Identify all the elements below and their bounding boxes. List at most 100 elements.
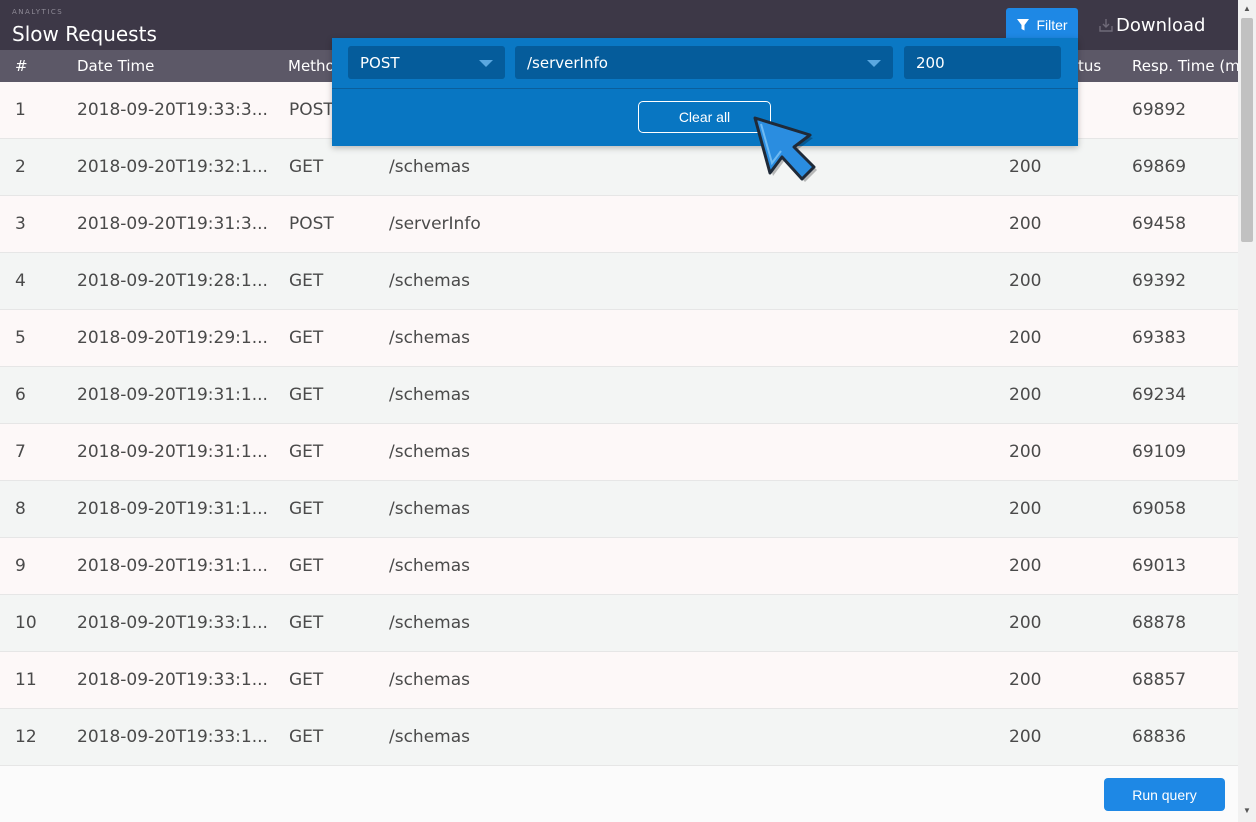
row-number: 1 — [15, 100, 26, 120]
filter-icon — [1017, 19, 1030, 31]
column-header-num[interactable]: # — [15, 50, 28, 82]
row-method: GET — [289, 271, 324, 291]
row-number: 9 — [15, 556, 26, 576]
row-path: /schemas — [389, 385, 470, 405]
table-row[interactable]: 4 2018-09-20T19:28:1... GET/schemas 200 6939… — [0, 253, 1238, 310]
path-filter-value: /serverInfo — [527, 53, 608, 72]
row-method: GET — [289, 613, 324, 633]
table-row[interactable]: 5 2018-09-20T19:29:1... GET/schemas 200 6938… — [0, 310, 1238, 367]
row-date-time: 2018-09-20T19:31:1... — [77, 442, 268, 462]
column-header-date-time[interactable]: Date Time — [77, 50, 154, 82]
row-date-time: 2018-09-20T19:33:1... — [77, 727, 268, 747]
row-resp-time: 68857 — [1132, 670, 1187, 690]
row-date-time: 2018-09-20T19:31:1... — [77, 499, 268, 519]
row-path: /serverInfo — [389, 214, 481, 234]
vertical-scrollbar[interactable]: ▲ ▼ — [1238, 0, 1256, 822]
row-date-time: 2018-09-20T19:33:1... — [77, 613, 268, 633]
filter-panel-divider — [332, 88, 1078, 89]
filter-button[interactable]: Filter — [1006, 8, 1078, 42]
row-resp-time: 69892 — [1132, 100, 1187, 120]
row-status: 200 — [1009, 157, 1042, 177]
column-header-method[interactable]: Metho — [288, 50, 335, 82]
row-resp-time: 69234 — [1132, 385, 1187, 405]
method-filter-select[interactable]: POST — [348, 46, 505, 79]
row-path: /schemas — [389, 499, 470, 519]
table-body: 1 2018-09-20T19:33:3... POST 69892 2 2018-09-… — [0, 82, 1238, 766]
table-row[interactable]: 8 2018-09-20T19:31:1... GET/schemas 200 6905… — [0, 481, 1238, 538]
path-filter-select[interactable]: /serverInfo — [515, 46, 893, 79]
status-filter-value: 200 — [916, 53, 945, 72]
row-resp-time: 68878 — [1132, 613, 1187, 633]
row-resp-time: 69013 — [1132, 556, 1187, 576]
row-resp-time: 69383 — [1132, 328, 1187, 348]
row-date-time: 2018-09-20T19:33:1... — [77, 670, 268, 690]
scroll-up-arrow-icon[interactable]: ▲ — [1243, 4, 1251, 13]
row-resp-time: 68836 — [1132, 727, 1187, 747]
row-path: /schemas — [389, 328, 470, 348]
filter-panel: POST /serverInfo 200 Clear all — [332, 38, 1078, 146]
column-header-resp-time[interactable]: Resp. Time (ms — [1132, 50, 1238, 82]
chevron-down-icon — [479, 60, 493, 67]
method-filter-value: POST — [360, 53, 400, 72]
row-method: GET — [289, 670, 324, 690]
row-number: 5 — [15, 328, 26, 348]
row-method: POST — [289, 100, 334, 120]
row-resp-time: 69058 — [1132, 499, 1187, 519]
row-status: 200 — [1009, 613, 1042, 633]
row-status: 200 — [1009, 499, 1042, 519]
filter-button-label: Filter — [1036, 17, 1068, 33]
row-resp-time: 69109 — [1132, 442, 1187, 462]
row-path: /schemas — [389, 442, 470, 462]
row-date-time: 2018-09-20T19:32:1... — [77, 157, 268, 177]
row-status: 200 — [1009, 727, 1042, 747]
row-path: /schemas — [389, 670, 470, 690]
row-resp-time: 69392 — [1132, 271, 1187, 291]
row-resp-time: 69869 — [1132, 157, 1187, 177]
column-header-status[interactable]: tus — [1078, 50, 1101, 82]
run-query-button[interactable]: Run query — [1104, 778, 1225, 811]
footer — [0, 768, 1238, 822]
download-label: Download — [1116, 14, 1206, 36]
row-method: GET — [289, 328, 324, 348]
table-row[interactable]: 3 2018-09-20T19:31:3... POST/serverInfo 200… — [0, 196, 1238, 253]
row-path: /schemas — [389, 556, 470, 576]
status-filter-input[interactable]: 200 — [904, 46, 1061, 79]
table-row[interactable]: 10 2018-09-20T19:33:1... GET/schemas 200 688… — [0, 595, 1238, 652]
row-status: 200 — [1009, 670, 1042, 690]
row-method: GET — [289, 157, 324, 177]
row-date-time: 2018-09-20T19:29:1... — [77, 328, 268, 348]
row-status: 200 — [1009, 328, 1042, 348]
row-method: GET — [289, 556, 324, 576]
row-date-time: 2018-09-20T19:31:1... — [77, 385, 268, 405]
row-number: 12 — [15, 727, 37, 747]
row-number: 4 — [15, 271, 26, 291]
section-label: ANALYTICS — [12, 8, 64, 16]
row-path: /schemas — [389, 613, 470, 633]
row-number: 7 — [15, 442, 26, 462]
row-method: GET — [289, 727, 324, 747]
row-date-time: 2018-09-20T19:31:1... — [77, 556, 268, 576]
row-status: 200 — [1009, 214, 1042, 234]
table-row[interactable]: 7 2018-09-20T19:31:1... GET/schemas 200 6910… — [0, 424, 1238, 481]
table-row[interactable]: 11 2018-09-20T19:33:1... GET/schemas 200 688… — [0, 652, 1238, 709]
table-row[interactable]: 12 2018-09-20T19:33:1... GET/schemas 200 688… — [0, 709, 1238, 766]
row-number: 2 — [15, 157, 26, 177]
pointer-cursor-icon — [753, 116, 817, 182]
row-date-time: 2018-09-20T19:28:1... — [77, 271, 268, 291]
scroll-down-arrow-icon[interactable]: ▼ — [1243, 806, 1251, 815]
download-icon — [1099, 19, 1113, 32]
download-button[interactable]: Download — [1098, 12, 1205, 38]
row-number: 10 — [15, 613, 37, 633]
row-path: /schemas — [389, 727, 470, 747]
row-method: GET — [289, 385, 324, 405]
row-resp-time: 69458 — [1132, 214, 1187, 234]
table-row[interactable]: 2 2018-09-20T19:32:1... GET/schemas 200 6986… — [0, 139, 1238, 196]
table-row[interactable]: 9 2018-09-20T19:31:1... GET/schemas 200 6901… — [0, 538, 1238, 595]
row-status: 200 — [1009, 385, 1042, 405]
chevron-down-icon — [867, 60, 881, 67]
table-row[interactable]: 6 2018-09-20T19:31:1... GET/schemas 200 6923… — [0, 367, 1238, 424]
page-title: Slow Requests — [12, 22, 157, 46]
row-method: GET — [289, 499, 324, 519]
row-path: /schemas — [389, 271, 470, 291]
scrollbar-thumb[interactable] — [1241, 18, 1253, 242]
